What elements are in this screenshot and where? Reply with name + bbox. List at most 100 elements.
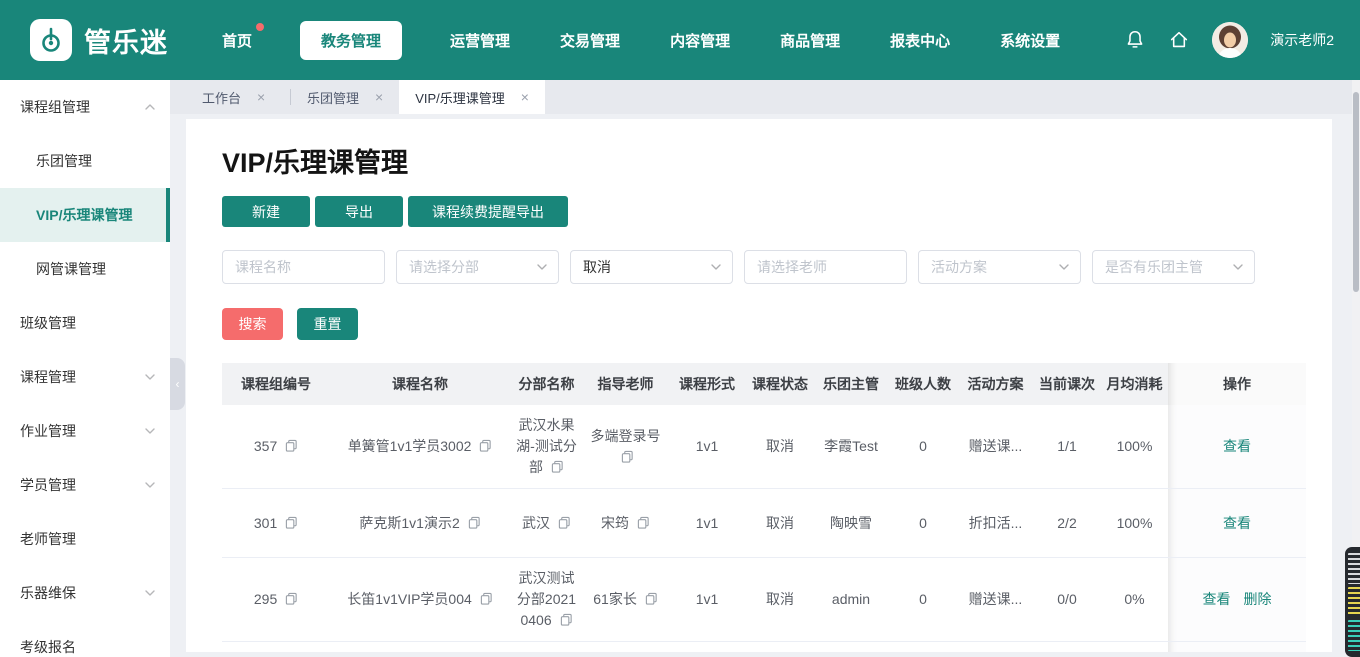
sidebar-item-10[interactable]: 考级报名 — [0, 620, 170, 657]
action-button-0[interactable]: 新建 — [222, 196, 310, 227]
sidebar-item-3[interactable]: 网管课管理 — [0, 242, 170, 296]
sidebar-item-label: 乐团管理 — [36, 151, 92, 171]
cell-course-group-id-text: 357 — [254, 436, 298, 457]
copy-icon[interactable] — [468, 516, 481, 529]
tab-0[interactable]: 工作台× — [186, 80, 290, 114]
action-button-row: 新建导出课程续费提醒导出 — [222, 196, 1296, 227]
copy-icon[interactable] — [479, 439, 492, 452]
user-name[interactable]: 演示老师2 — [1270, 30, 1334, 50]
cell-course-name-text: 单簧管1v1学员3002 — [348, 436, 493, 457]
column-header-7: 班级人数 — [888, 363, 958, 405]
cell-activity-plan: 赠送课... — [958, 558, 1033, 641]
filter-placeholder: 请选择分部 — [409, 257, 536, 277]
user-avatar[interactable] — [1212, 22, 1248, 58]
filter-select-5[interactable]: 是否有乐团主管 — [1092, 250, 1255, 284]
bell-icon[interactable] — [1124, 29, 1146, 51]
copy-icon[interactable] — [560, 613, 573, 626]
chevron-down-icon — [1058, 261, 1070, 273]
main-content: 工作台×乐团管理×VIP/乐理课管理× VIP/乐理课管理 新建导出课程续费提醒… — [170, 80, 1352, 657]
nav-item-1[interactable]: 教务管理 — [300, 21, 402, 60]
column-header-3: 指导老师 — [583, 363, 668, 405]
app-logo[interactable]: 管乐迷 — [30, 19, 168, 61]
cell-course-status: 取消 — [746, 489, 814, 557]
copy-icon[interactable] — [558, 516, 571, 529]
nav-item-0[interactable]: 首页 — [220, 21, 254, 60]
cell-activity-plan: 折扣活... — [958, 489, 1033, 557]
cell-activity-plan: 赠送课... — [958, 405, 1033, 488]
top-navbar: 管乐迷 首页 教务管理 运营管理 交易管理 内容管理 商品管理 报表中心 系统设置 演示老师2 — [0, 0, 1360, 80]
sidebar-item-label: 网管课管理 — [36, 259, 106, 279]
nav-item-6[interactable]: 报表中心 — [888, 21, 952, 60]
copy-icon[interactable] — [480, 592, 493, 605]
cell-teacher-text: 61家长 — [593, 589, 657, 610]
floating-widget[interactable] — [1345, 547, 1360, 657]
copy-icon[interactable] — [551, 460, 564, 473]
sidebar-item-0[interactable]: 课程组管理 — [0, 80, 170, 134]
scrollbar-thumb[interactable] — [1353, 92, 1359, 292]
table-row: 294 中音萨克斯1v1学员02 武汉测试分部20210406 老师202 1v… — [222, 642, 1306, 652]
cell-teacher: 宋筠 — [583, 489, 668, 557]
cell-teacher: 老师202 — [583, 642, 668, 652]
sidebar-item-8[interactable]: 老师管理 — [0, 512, 170, 566]
sidebar-item-5[interactable]: 课程管理 — [0, 350, 170, 404]
cell-branch-name: 武汉 — [510, 489, 583, 557]
column-header-0: 课程组编号 — [222, 363, 330, 405]
search-button[interactable]: 搜索 — [222, 308, 283, 340]
sidebar-collapse-handle[interactable]: ‹ — [170, 358, 185, 410]
cell-course-status: 取消 — [746, 558, 814, 641]
sidebar-item-6[interactable]: 作业管理 — [0, 404, 170, 458]
action-button-1[interactable]: 导出 — [315, 196, 403, 227]
nav-item-7[interactable]: 系统设置 — [998, 21, 1062, 60]
sidebar-item-label: 作业管理 — [20, 421, 76, 441]
view-link[interactable]: 查看 — [1223, 513, 1251, 534]
nav-item-3[interactable]: 交易管理 — [558, 21, 622, 60]
copy-icon[interactable] — [285, 592, 298, 605]
tab-close-icon[interactable]: × — [521, 89, 529, 105]
tab-close-icon[interactable]: × — [375, 89, 383, 105]
sidebar: 课程组管理乐团管理 VIP/乐理课管理网管课管理班级管理课程管理作业管理学员管理老… — [0, 80, 170, 657]
cell-course-form: 1v1 — [668, 642, 746, 652]
filter-input-3[interactable]: 请选择老师 — [744, 250, 907, 284]
sidebar-item-2[interactable]: VIP/乐理课管理 — [0, 188, 170, 242]
sidebar-item-label: 老师管理 — [20, 529, 76, 549]
filter-select-1[interactable]: 请选择分部 — [396, 250, 559, 284]
course-table: 课程组编号课程名称分部名称指导老师课程形式课程状态乐团主管班级人数活动方案当前课… — [222, 363, 1306, 652]
tab-2[interactable]: VIP/乐理课管理× — [399, 80, 545, 114]
tab-close-icon[interactable]: × — [257, 89, 265, 105]
copy-icon[interactable] — [285, 439, 298, 452]
cell-teacher-text: 宋筠 — [601, 513, 650, 534]
copy-icon[interactable] — [645, 592, 658, 605]
tab-1[interactable]: 乐团管理× — [291, 80, 399, 114]
view-link[interactable]: 查看 — [1223, 436, 1251, 457]
filter-select-4[interactable]: 活动方案 — [918, 250, 1081, 284]
cell-teacher: 多端登录号 — [583, 405, 668, 488]
view-link[interactable]: 查看 — [1203, 589, 1231, 610]
chevron-down-icon — [144, 425, 156, 437]
sidebar-item-1[interactable]: 乐团管理 — [0, 134, 170, 188]
sidebar-item-9[interactable]: 乐器维保 — [0, 566, 170, 620]
table-row: 357 单簧管1v1学员3002 武汉水果湖-测试分部 多端登录号 1v1取消李… — [222, 405, 1306, 489]
topbar-right: 演示老师2 — [1124, 22, 1334, 58]
column-header-5: 课程状态 — [746, 363, 814, 405]
cell-branch-name-text: 武汉 — [522, 513, 571, 534]
action-button-2[interactable]: 课程续费提醒导出 — [408, 196, 568, 227]
nav-item-5[interactable]: 商品管理 — [778, 21, 842, 60]
filter-select-2[interactable]: 取消 — [570, 250, 733, 284]
home-icon[interactable] — [1168, 29, 1190, 51]
filter-input-0[interactable]: 课程名称 — [222, 250, 385, 284]
sidebar-item-label: 班级管理 — [20, 313, 76, 333]
nav-item-4[interactable]: 内容管理 — [668, 21, 732, 60]
copy-icon[interactable] — [621, 450, 634, 463]
cell-activity-plan: 折扣活... — [958, 642, 1033, 652]
reset-button[interactable]: 重置 — [297, 308, 358, 340]
copy-icon[interactable] — [285, 516, 298, 529]
delete-link[interactable]: 删除 — [1244, 589, 1272, 610]
cell-band-supervisor: 李霞Testi — [814, 642, 888, 652]
nav-item-2[interactable]: 运营管理 — [448, 21, 512, 60]
chevron-down-icon — [144, 479, 156, 491]
copy-icon[interactable] — [637, 516, 650, 529]
sidebar-item-7[interactable]: 学员管理 — [0, 458, 170, 512]
sidebar-item-4[interactable]: 班级管理 — [0, 296, 170, 350]
cell-class-size: 0 — [888, 642, 958, 652]
column-header-8: 活动方案 — [958, 363, 1033, 405]
